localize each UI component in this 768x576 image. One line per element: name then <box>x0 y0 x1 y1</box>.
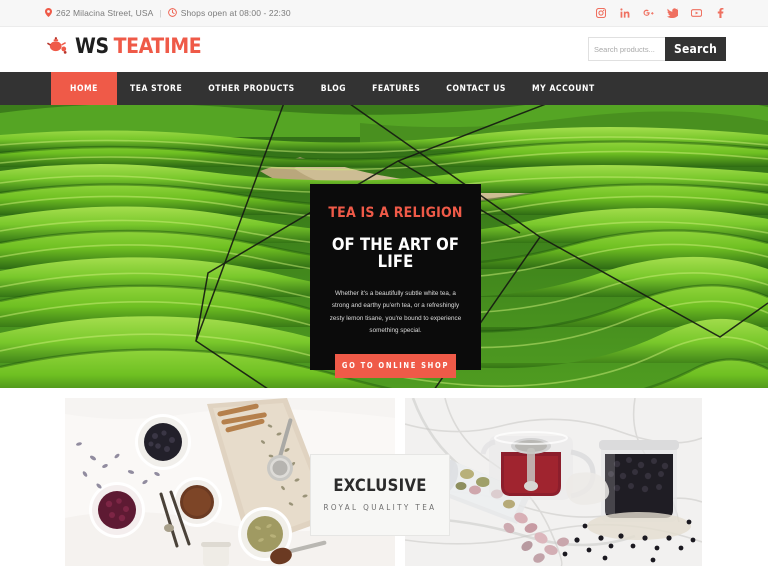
hero-kicker: TEA IS A RELIGION <box>328 205 463 221</box>
site-header: WS TEATIME Search <box>0 27 768 72</box>
nav-item-other-products[interactable]: OTHER PRODUCTS <box>195 72 307 105</box>
nav-item-home[interactable]: HOME <box>51 72 117 105</box>
clock-icon <box>167 7 177 19</box>
topbar-info: 262 Milacina Street, USA | Shops open at… <box>45 7 291 19</box>
facebook-icon[interactable] <box>715 8 726 19</box>
search-button[interactable]: Search <box>665 37 726 61</box>
hero-text-card: TEA IS A RELIGION OF THE ART OF LIFE Whe… <box>310 184 481 379</box>
nav-item-features[interactable]: FEATURES <box>359 72 433 105</box>
search-form[interactable]: Search <box>588 37 726 61</box>
hero-description: Whether it's a beautifully subtle white … <box>329 290 462 334</box>
map-pin-icon <box>45 7 52 19</box>
logo-text: WS TEATIME <box>75 33 202 58</box>
promo-panel: EXCLUSIVE ROYAL QUALITY TEA <box>55 388 712 576</box>
hero-title: OF THE ART OF LIFE <box>331 235 460 271</box>
topbar-separator: | <box>159 8 162 18</box>
site-logo[interactable]: WS TEATIME <box>46 33 202 58</box>
main-navigation[interactable]: HOME TEA STORE OTHER PRODUCTS BLOG FEATU… <box>0 72 768 105</box>
top-bar: 262 Milacina Street, USA | Shops open at… <box>0 0 768 27</box>
nav-item-my-account[interactable]: MY ACCOUNT <box>519 72 608 105</box>
topbar-address: 262 Milacina Street, USA <box>56 8 154 18</box>
nav-item-tea-store[interactable]: TEA STORE <box>117 72 195 105</box>
search-input[interactable] <box>588 37 665 61</box>
teapot-icon <box>46 35 68 57</box>
promo-label-card: EXCLUSIVE ROYAL QUALITY TEA <box>310 454 450 536</box>
nav-item-blog[interactable]: BLOG <box>308 72 359 105</box>
google-plus-icon[interactable] <box>643 8 654 19</box>
instagram-icon[interactable] <box>595 8 606 19</box>
twitter-icon[interactable] <box>667 8 678 19</box>
logo-secondary: TEATIME <box>113 33 202 58</box>
go-to-online-shop-button[interactable]: GO TO ONLINE SHOP <box>335 354 456 379</box>
topbar-hours: Shops open at 08:00 - 22:30 <box>180 8 291 18</box>
linkedin-icon[interactable] <box>619 8 630 19</box>
promo-label-title: EXCLUSIVE <box>333 476 427 496</box>
promo-label-subtitle: ROYAL QUALITY TEA <box>323 502 437 512</box>
youtube-icon[interactable] <box>691 8 702 19</box>
social-links <box>595 8 726 19</box>
nav-item-contact-us[interactable]: CONTACT US <box>433 72 519 105</box>
hero-banner: TEA IS A RELIGION OF THE ART OF LIFE Whe… <box>0 105 768 388</box>
logo-primary: WS <box>75 33 109 58</box>
